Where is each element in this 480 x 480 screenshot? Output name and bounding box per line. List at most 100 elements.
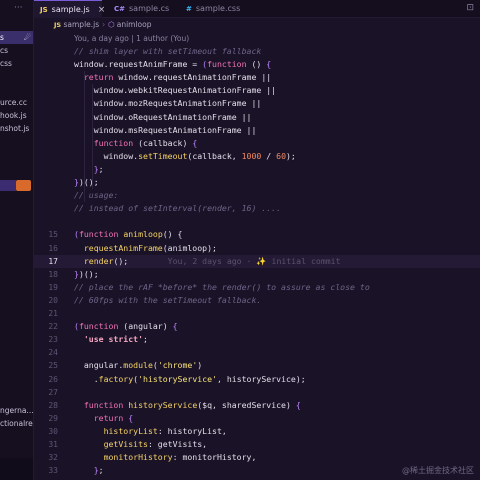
tab-label: sample.js (51, 5, 90, 14)
sidebar-file-hook[interactable]: hook.js (0, 109, 33, 122)
sidebar-file-fingernail[interactable]: ngerna... (0, 404, 33, 417)
breadcrumb-symbol[interactable]: animloop (117, 20, 152, 29)
code-token: return (83, 72, 114, 83)
sidebar-file-functional[interactable]: ctionalre... (0, 417, 33, 430)
line-number: 21 (48, 309, 58, 318)
code-line[interactable]: // usage: (34, 189, 480, 202)
code-token: module (123, 360, 153, 371)
code-token: { (192, 137, 198, 148)
line-number: 23 (48, 335, 58, 345)
line-code: }; (74, 464, 104, 477)
sidebar-file-css[interactable]: css (0, 57, 33, 70)
tab-sample-cs[interactable]: C# sample.cs (106, 0, 178, 18)
line-code: })(); (74, 176, 99, 189)
code-editor[interactable]: // shim layer with setTimeout fallback wi… (34, 45, 480, 480)
code-token: 'use strict' (83, 334, 144, 345)
code-line[interactable]: 29 return { (34, 412, 480, 425)
code-token: { (266, 59, 272, 70)
code-line[interactable]: 15 (function animloop() { (34, 228, 480, 241)
code-token: window.msRequestAnimationFrame || (74, 124, 257, 135)
code-token: ($q, sharedService) (197, 399, 296, 410)
split-editor-icon[interactable]: ⊡ (466, 3, 474, 13)
code-line[interactable]: 21 (34, 307, 480, 320)
code-line[interactable]: // instead of setInterval(render, 16) ..… (34, 202, 480, 215)
line-code: (function (angular) { (74, 320, 178, 333)
code-line[interactable]: 23 'use strict'; (34, 333, 480, 346)
code-token: // shim layer with setTimeout fallback (74, 46, 262, 56)
code-token: window.webkitRequestAnimationFrame || (74, 85, 277, 96)
code-token: { (295, 399, 301, 410)
code-token: ) (197, 360, 203, 371)
code-line[interactable]: 16 requestAnimFrame(animloop); (34, 242, 480, 255)
code-line[interactable]: 22 (function (angular) { (34, 320, 480, 333)
indent-guide (84, 71, 85, 202)
line-number: 26 (48, 374, 58, 384)
code-line[interactable]: 24 (34, 346, 480, 359)
code-line[interactable]: 31 getVisits: getVisits, (34, 438, 480, 451)
code-token: : monitorHistory, (172, 452, 257, 463)
chevron-right-icon: › (102, 20, 106, 29)
code-line[interactable]: // shim layer with setTimeout fallback (34, 45, 480, 58)
code-token: historyList (103, 425, 158, 436)
line-number: 29 (48, 413, 58, 423)
code-token: function (78, 321, 119, 332)
line-code: 'use strict'; (74, 333, 148, 346)
sidebar-selected-item[interactable] (0, 180, 16, 191)
code-token: . (74, 373, 99, 384)
code-token: monitorHistory (103, 452, 173, 463)
line-code: .factory('historyService', historyServic… (74, 373, 306, 386)
code-line[interactable]: 26 .factory('historyService', historySer… (34, 373, 480, 386)
sidebar-file-js[interactable]: s ☄ (0, 31, 33, 44)
sidebar-file-screenshot[interactable]: nshot.js (0, 122, 33, 135)
code-line[interactable]: window.webkitRequestAnimationFrame || (34, 84, 480, 97)
code-line[interactable]: window.msRequestAnimationFrame || (34, 124, 480, 137)
line-code: window.webkitRequestAnimationFrame || (74, 84, 276, 97)
tab-sample-js[interactable]: JS sample.js × (34, 0, 105, 18)
code-line[interactable]: window.setTimeout(callback, 1000 / 60); (34, 150, 480, 163)
code-line[interactable]: }; (34, 163, 480, 176)
code-line[interactable]: 17 render(); You, 2 days ago · ✨ initial… (34, 254, 480, 268)
code-token: // usage: (74, 190, 119, 201)
code-line[interactable]: 27 (34, 386, 480, 399)
code-line[interactable]: 18})(); (34, 268, 480, 281)
tab-sample-css[interactable]: # sample.css (178, 0, 256, 18)
code-token: : historyList, (157, 425, 227, 436)
sidebar-avatar-icon (16, 180, 31, 191)
tab-label: sample.css (195, 4, 241, 13)
code-line[interactable]: 20 // 60fps with the setTimeout fallback. (34, 294, 480, 307)
more-actions-icon[interactable]: ··· (14, 3, 23, 13)
code-line[interactable]: 25 angular.module('chrome') (34, 359, 480, 372)
sidebar-footer (0, 458, 33, 480)
breadcrumb-file[interactable]: sample.js (64, 20, 100, 29)
code-line[interactable]: window.mozRequestAnimationFrame || (34, 97, 480, 110)
code-token: function (78, 229, 119, 240)
sidebar-file-cs[interactable]: cs (0, 44, 33, 57)
code-line[interactable] (34, 215, 480, 228)
code-line[interactable]: 32 monitorHistory: monitorHistory, (34, 451, 480, 464)
codelens-blame[interactable]: You, a day ago | 1 author (You) (34, 32, 480, 45)
code-token: () (246, 59, 267, 70)
code-line[interactable]: 19 // place the rAF *before* the render()… (34, 281, 480, 294)
code-line[interactable]: window.requestAnimFrame = (function () { (34, 58, 480, 71)
code-line[interactable]: })(); (34, 176, 480, 189)
code-token: 60 (276, 150, 286, 161)
code-token: (callback) (133, 137, 193, 148)
code-token: window.requestAnimationFrame || (113, 72, 272, 83)
code-line[interactable]: function (callback) { (34, 137, 480, 150)
line-code: function historyService($q, sharedServic… (74, 399, 301, 412)
line-number: 28 (48, 400, 58, 410)
javascript-file-icon: JS (54, 21, 62, 29)
code-line[interactable]: window.oRequestAnimationFrame || (34, 111, 480, 124)
close-icon[interactable]: × (98, 5, 106, 15)
sidebar-file-source[interactable]: urce.cc (0, 96, 33, 109)
code-line[interactable]: return window.requestAnimationFrame || (34, 71, 480, 84)
code-line[interactable]: 28 function historyService($q, sharedSer… (34, 399, 480, 412)
code-line[interactable]: 30 historyList: historyList, (34, 425, 480, 438)
code-token: (callback, (187, 150, 242, 161)
line-code: angular.module('chrome') (74, 359, 202, 372)
